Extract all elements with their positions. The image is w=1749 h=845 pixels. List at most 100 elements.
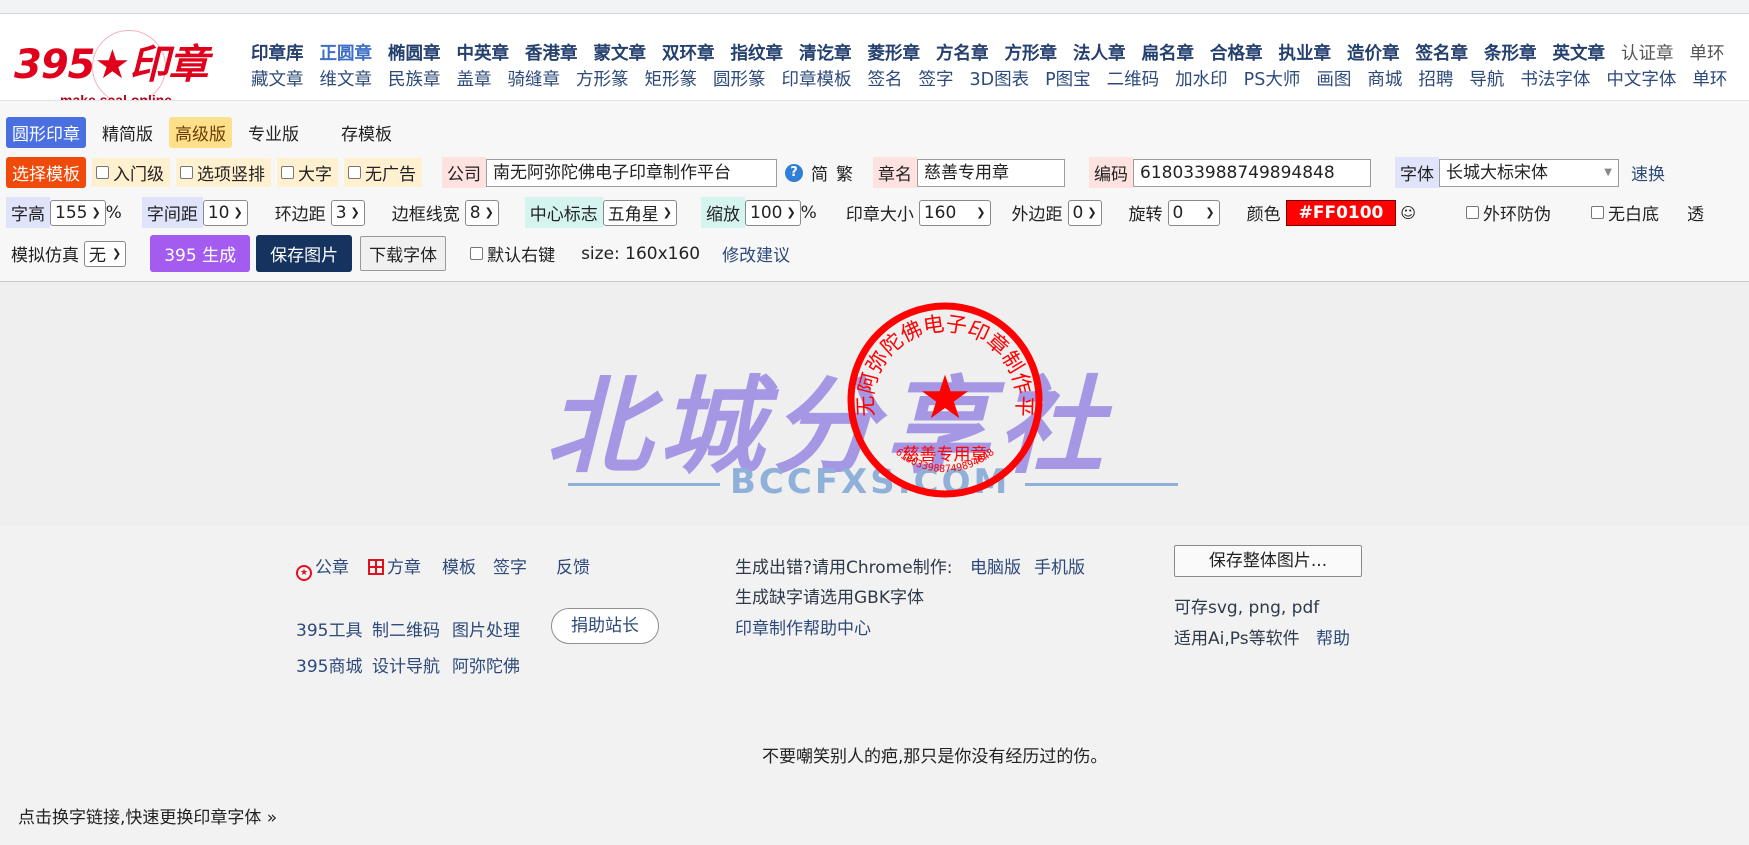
nav-link[interactable]: 中文字体 <box>1606 66 1676 91</box>
scale-select[interactable]: 100 ❯ <box>745 199 801 226</box>
nav-link[interactable]: 二维码 <box>1107 66 1160 91</box>
nav-link[interactable]: 维文章 <box>320 66 373 91</box>
nav-link[interactable]: 民族章 <box>388 66 441 91</box>
official-seal-link[interactable]: ★ 公章 <box>296 553 349 581</box>
big-text-checkbox[interactable]: 大字 <box>277 158 338 187</box>
nav-link[interactable]: P图宝 <box>1045 66 1091 91</box>
transparent-label[interactable]: 透 <box>1687 200 1704 225</box>
nav-item[interactable]: 条形章 <box>1484 40 1537 65</box>
generate-button[interactable]: 395 生成 <box>150 235 251 272</box>
design-nav-link[interactable]: 设计导航 <box>372 652 440 677</box>
nav-item[interactable]: 认证章 <box>1621 40 1674 65</box>
seal-name-input[interactable]: 慈善专用章 <box>917 158 1065 187</box>
code-input[interactable]: 618033988749894848 <box>1133 158 1371 187</box>
nav-item[interactable]: 英文章 <box>1553 40 1606 65</box>
pc-version-link[interactable]: 电脑版 <box>970 553 1021 578</box>
nav-item[interactable]: 印章库 <box>251 40 304 65</box>
nav-item[interactable]: 清讫章 <box>799 40 852 65</box>
nav-link[interactable]: 骑缝章 <box>508 66 561 91</box>
nav-item[interactable]: 造价章 <box>1347 40 1400 65</box>
tab-advanced[interactable]: 高级版 <box>169 117 232 148</box>
char-height-select[interactable]: 155 ❯ <box>50 199 106 226</box>
save-image-button[interactable]: 保存图片 <box>256 235 353 272</box>
nav-item-active[interactable]: 正圆章 <box>320 40 373 65</box>
nav-link[interactable]: 导航 <box>1469 66 1504 91</box>
save-template-link[interactable]: 存模板 <box>335 117 398 148</box>
quick-switch-link[interactable]: 速换 <box>1631 160 1665 185</box>
nav-link[interactable]: 招聘 <box>1418 66 1453 91</box>
square-seal-link[interactable]: 方章 <box>368 553 421 578</box>
palette-icon[interactable]: ☺ <box>1400 204 1416 222</box>
nav-item[interactable]: 香港章 <box>525 40 578 65</box>
nav-item[interactable]: 签名章 <box>1416 40 1469 65</box>
nav-item[interactable]: 指纹章 <box>731 40 784 65</box>
char-spacing-select[interactable]: 10 ❯ <box>202 199 248 226</box>
tab-simple[interactable]: 精简版 <box>96 117 159 148</box>
font-switch-link[interactable]: 点击换字链接,快速更换印章字体 » <box>18 803 277 828</box>
nav-item[interactable]: 合格章 <box>1210 40 1263 65</box>
nav-link[interactable]: 方形篆 <box>576 66 629 91</box>
center-mark-select[interactable]: 五角星 ❯ <box>602 199 677 226</box>
help-link[interactable]: 帮助 <box>1316 624 1350 649</box>
help-icon[interactable]: ? <box>785 163 803 182</box>
amitabha-link[interactable]: 阿弥陀佛 <box>452 652 520 677</box>
beginner-checkbox[interactable]: 入门级 <box>92 158 170 187</box>
signature-link[interactable]: 签字 <box>493 553 527 578</box>
choose-template-button[interactable]: 选择模板 <box>6 157 86 188</box>
image-process-link[interactable]: 图片处理 <box>452 616 520 641</box>
suggestion-link[interactable]: 修改建议 <box>722 241 790 266</box>
nav-link[interactable]: 书法字体 <box>1520 66 1590 91</box>
seal-size-select[interactable]: 160 ❯ <box>918 199 991 226</box>
mall-link[interactable]: 395商城 <box>296 652 362 677</box>
nav-link[interactable]: 画图 <box>1316 66 1351 91</box>
simplified-link[interactable]: 简 <box>811 160 828 185</box>
tab-circle-seal[interactable]: 圆形印章 <box>6 117 86 148</box>
nav-link[interactable]: 商城 <box>1367 66 1402 91</box>
feedback-link[interactable]: 反馈 <box>556 553 590 578</box>
nav-item[interactable]: 双环章 <box>662 40 715 65</box>
nav-item[interactable]: 法人章 <box>1073 40 1126 65</box>
nav-link[interactable]: 3D图表 <box>970 66 1030 91</box>
help-center-link[interactable]: 印章制作帮助中心 <box>735 614 871 639</box>
nav-item[interactable]: 单环 <box>1690 40 1725 65</box>
nav-link[interactable]: 签字 <box>919 66 954 91</box>
nav-link[interactable]: 单环 <box>1692 66 1727 91</box>
ring-margin-select[interactable]: 3 ❯ <box>330 199 365 226</box>
no-white-bg-checkbox[interactable]: 无白底 <box>1587 198 1665 227</box>
outer-margin-select[interactable]: 0 ❯ <box>1067 199 1102 226</box>
qr-link[interactable]: 制二维码 <box>372 616 440 641</box>
border-width-select[interactable]: 8 ❯ <box>464 199 499 226</box>
simulate-select[interactable]: 无 ❯ <box>84 240 127 267</box>
nav-link[interactable]: 盖章 <box>457 66 492 91</box>
save-whole-image-button[interactable]: 保存整体图片... <box>1174 545 1362 577</box>
nav-item[interactable]: 扁名章 <box>1142 40 1195 65</box>
site-logo[interactable]: 395★印章 make seal online <box>14 30 224 108</box>
template-link[interactable]: 模板 <box>442 553 476 578</box>
font-select[interactable]: 长城大标宋体 ▼ <box>1439 158 1619 187</box>
nav-link[interactable]: 矩形篆 <box>645 66 698 91</box>
nav-item[interactable]: 蒙文章 <box>594 40 647 65</box>
download-font-button[interactable]: 下载字体 <box>360 236 447 271</box>
nav-link[interactable]: 藏文章 <box>251 66 304 91</box>
rotate-select[interactable]: 0 ❯ <box>1167 199 1220 226</box>
color-picker[interactable]: #FF0100 <box>1285 199 1397 226</box>
seal-image[interactable]: 南无阿弥陀佛电子印章制作平台 ★ 慈善专用章 61803398874989484… <box>845 300 1045 500</box>
nav-item[interactable]: 方名章 <box>936 40 989 65</box>
no-ads-checkbox[interactable]: 无广告 <box>344 158 422 187</box>
traditional-link[interactable]: 繁 <box>836 160 853 185</box>
nav-item[interactable]: 中英章 <box>457 40 510 65</box>
mobile-version-link[interactable]: 手机版 <box>1034 553 1085 578</box>
nav-link[interactable]: PS大师 <box>1244 66 1301 91</box>
nav-item[interactable]: 椭圆章 <box>388 40 441 65</box>
nav-item[interactable]: 菱形章 <box>868 40 921 65</box>
nav-link[interactable]: 圆形篆 <box>713 66 766 91</box>
vertical-options-checkbox[interactable]: 选项竖排 <box>176 158 271 187</box>
nav-item[interactable]: 方形章 <box>1005 40 1058 65</box>
default-right-click-checkbox[interactable]: 默认右键 <box>466 239 561 268</box>
anti-fake-checkbox[interactable]: 外环防伪 <box>1462 198 1557 227</box>
nav-link[interactable]: 印章模板 <box>782 66 852 91</box>
nav-link[interactable]: 签名 <box>868 66 903 91</box>
company-input[interactable]: 南无阿弥陀佛电子印章制作平台 <box>486 158 777 187</box>
donate-button[interactable]: 捐助站长 <box>551 608 659 644</box>
tab-pro[interactable]: 专业版 <box>242 117 305 148</box>
